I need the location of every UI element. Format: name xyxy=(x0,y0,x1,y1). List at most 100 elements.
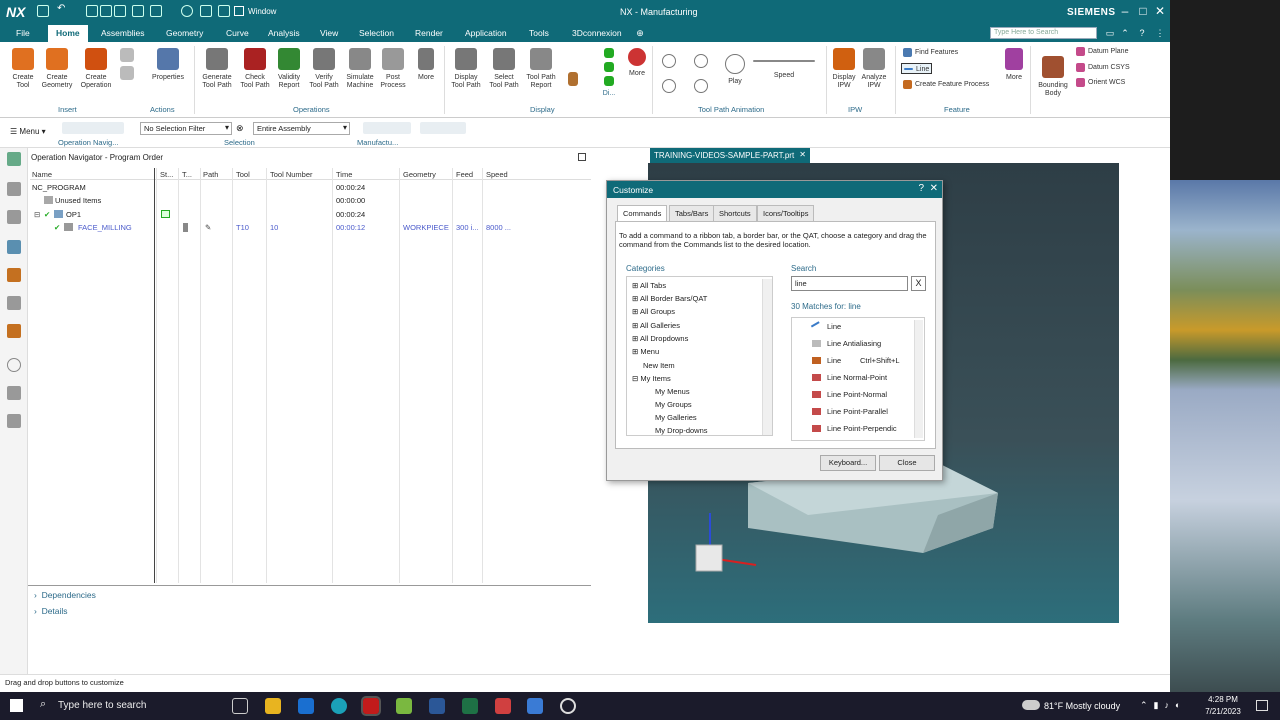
category-item[interactable]: My Menus xyxy=(655,385,690,398)
operation-navigator-tools[interactable] xyxy=(62,122,124,134)
cut-icon[interactable] xyxy=(86,5,98,17)
tab-analysis[interactable]: Analysis xyxy=(268,28,300,38)
table-row[interactable]: ⊟ ✔ OP1 00:00:24 xyxy=(30,208,591,221)
close-dialog-button[interactable]: Close xyxy=(879,455,935,471)
feature-navigator-icon[interactable] xyxy=(7,296,21,310)
ribbon-options-icon[interactable]: ▭ xyxy=(1104,27,1116,39)
column-name[interactable]: Name xyxy=(32,170,52,179)
bounding-body-button[interactable]: Bounding Body xyxy=(1034,56,1072,98)
list-item[interactable]: Line Point-Parallel xyxy=(792,403,912,420)
app-icon[interactable] xyxy=(495,698,511,714)
tab-tabs-bars[interactable]: Tabs/Bars xyxy=(669,205,715,221)
table-row[interactable]: Unused Items 00:00:00 xyxy=(30,194,591,207)
save-icon[interactable] xyxy=(37,5,49,17)
selection-icon[interactable] xyxy=(200,5,212,17)
microphone-icon[interactable] xyxy=(181,5,193,17)
select-tool-path-button[interactable]: Select Tool Path xyxy=(486,48,522,90)
selection-scope-dropdown[interactable]: Entire Assembly xyxy=(253,122,350,135)
category-item[interactable]: ⊞ Menu xyxy=(632,345,659,358)
tab-commands[interactable]: Commands xyxy=(617,205,668,222)
rewind-button[interactable] xyxy=(660,79,678,97)
close-icon[interactable]: ✕ xyxy=(930,183,938,194)
collapse-ribbon-icon[interactable]: ⌃ xyxy=(1119,27,1131,39)
display-small-buttons[interactable]: Di... xyxy=(600,48,618,98)
clock-date[interactable]: 7/21/2023 xyxy=(1200,707,1246,716)
dependencies-expander[interactable]: › Dependencies xyxy=(34,590,96,600)
help-icon[interactable]: ? xyxy=(918,183,924,194)
tab-file[interactable]: File xyxy=(16,28,30,38)
touch-mode-icon[interactable] xyxy=(150,5,162,17)
table-row[interactable]: NC_PROGRAM 00:00:24 xyxy=(30,181,591,194)
category-item[interactable]: My Groups xyxy=(655,398,692,411)
collapse-icon[interactable]: ⊟ xyxy=(34,210,40,219)
outlook-icon[interactable] xyxy=(298,698,314,714)
taskbar-search[interactable]: ⌕ Type here to search xyxy=(33,692,223,720)
simulate-machine-button[interactable]: Simulate Machine xyxy=(342,48,378,90)
tab-geometry[interactable]: Geometry xyxy=(166,28,203,38)
assembly-navigator-icon[interactable] xyxy=(7,210,21,224)
feature-more-button[interactable]: More xyxy=(1002,48,1026,82)
category-item[interactable]: ⊟ My Items xyxy=(632,372,671,385)
roles-icon[interactable] xyxy=(7,386,21,400)
column-tool-number[interactable]: Tool Number xyxy=(270,170,313,179)
tool-path-report-button[interactable]: Tool Path Report xyxy=(522,48,560,90)
windows-start-icon[interactable] xyxy=(10,699,23,712)
clock-time[interactable]: 4:28 PM xyxy=(1205,695,1241,704)
close-button[interactable]: ✕ xyxy=(1153,4,1167,18)
verify-tool-path-button[interactable]: Verify Tool Path xyxy=(306,48,342,90)
category-item[interactable]: ⊞ All Groups xyxy=(632,305,675,318)
minimize-button[interactable]: – xyxy=(1118,4,1132,18)
switch-window-icon[interactable] xyxy=(218,5,230,17)
pause-button[interactable] xyxy=(692,54,710,72)
properties-button[interactable]: Properties xyxy=(150,48,186,82)
part-file-tab[interactable]: TRAINING-VIDEOS-SAMPLE-PART.prt ✕ xyxy=(650,148,810,163)
validity-report-button[interactable]: Validity Report xyxy=(271,48,307,90)
analyze-ipw-button[interactable]: Analyze IPW xyxy=(860,48,888,90)
tab-home[interactable]: Home xyxy=(48,25,88,42)
column-tool[interactable]: Tool xyxy=(236,170,250,179)
app-icon[interactable] xyxy=(396,698,412,714)
step-back-button[interactable] xyxy=(660,54,678,72)
display-more-button[interactable]: More xyxy=(626,48,648,78)
help-icon[interactable]: ? xyxy=(1136,27,1148,39)
reuse-library-icon[interactable] xyxy=(7,324,21,338)
line-button[interactable]: Line xyxy=(901,63,933,74)
weather-text[interactable]: 81°F Mostly cloudy xyxy=(1044,701,1120,711)
repeat-command-icon[interactable] xyxy=(132,5,144,17)
column-tool-type[interactable]: T... xyxy=(182,170,192,179)
more-options-icon[interactable]: ⋮ xyxy=(1154,27,1166,39)
column-geometry[interactable]: Geometry xyxy=(403,170,436,179)
app-icon[interactable] xyxy=(527,698,543,714)
column-path[interactable]: Path xyxy=(203,170,218,179)
table-row[interactable]: ✔ FACE_MILLING ✎ T10 10 00:00:12 WORKPIE… xyxy=(30,221,591,234)
keyboard-button[interactable]: Keyboard... xyxy=(820,455,876,471)
tab-assemblies[interactable]: Assemblies xyxy=(101,28,144,38)
window-menu[interactable]: Window xyxy=(248,7,276,16)
command-search-field[interactable]: line xyxy=(791,276,908,291)
list-item[interactable]: Line Point-Perpendic xyxy=(792,420,912,437)
filter-reset-icon[interactable]: ⊗ xyxy=(236,123,244,134)
display-tool-path-button[interactable]: Display Tool Path xyxy=(448,48,484,90)
column-status[interactable]: St... xyxy=(160,170,173,179)
menu-button[interactable]: ☰ Menu ▾ xyxy=(10,127,46,136)
selection-filter-dropdown[interactable]: No Selection Filter xyxy=(140,122,232,135)
check-tool-path-button[interactable]: Check Tool Path xyxy=(237,48,273,90)
display-ipw-button[interactable]: Display IPW xyxy=(830,48,858,90)
column-feed[interactable]: Feed xyxy=(456,170,473,179)
word-icon[interactable] xyxy=(429,698,445,714)
list-item[interactable]: Line Antialiasing xyxy=(792,335,912,352)
maximize-button[interactable]: □ xyxy=(1136,4,1150,18)
fast-forward-button[interactable] xyxy=(692,79,710,97)
play-button[interactable]: Play xyxy=(723,54,747,86)
tab-render[interactable]: Render xyxy=(415,28,443,38)
file-explorer-icon[interactable] xyxy=(265,698,281,714)
categories-scrollbar[interactable] xyxy=(762,279,772,435)
create-geometry-button[interactable]: Create Geometry xyxy=(38,48,76,90)
category-item[interactable]: ⊞ All Dropdowns xyxy=(632,332,688,345)
wrench-dropdown[interactable] xyxy=(566,72,580,90)
speed-slider[interactable]: Speed xyxy=(752,60,816,80)
close-tab-icon[interactable]: ✕ xyxy=(799,150,806,159)
clear-search-button[interactable]: X xyxy=(911,276,926,291)
part-navigator-icon[interactable] xyxy=(7,182,21,196)
category-item[interactable]: New Item xyxy=(643,359,675,372)
